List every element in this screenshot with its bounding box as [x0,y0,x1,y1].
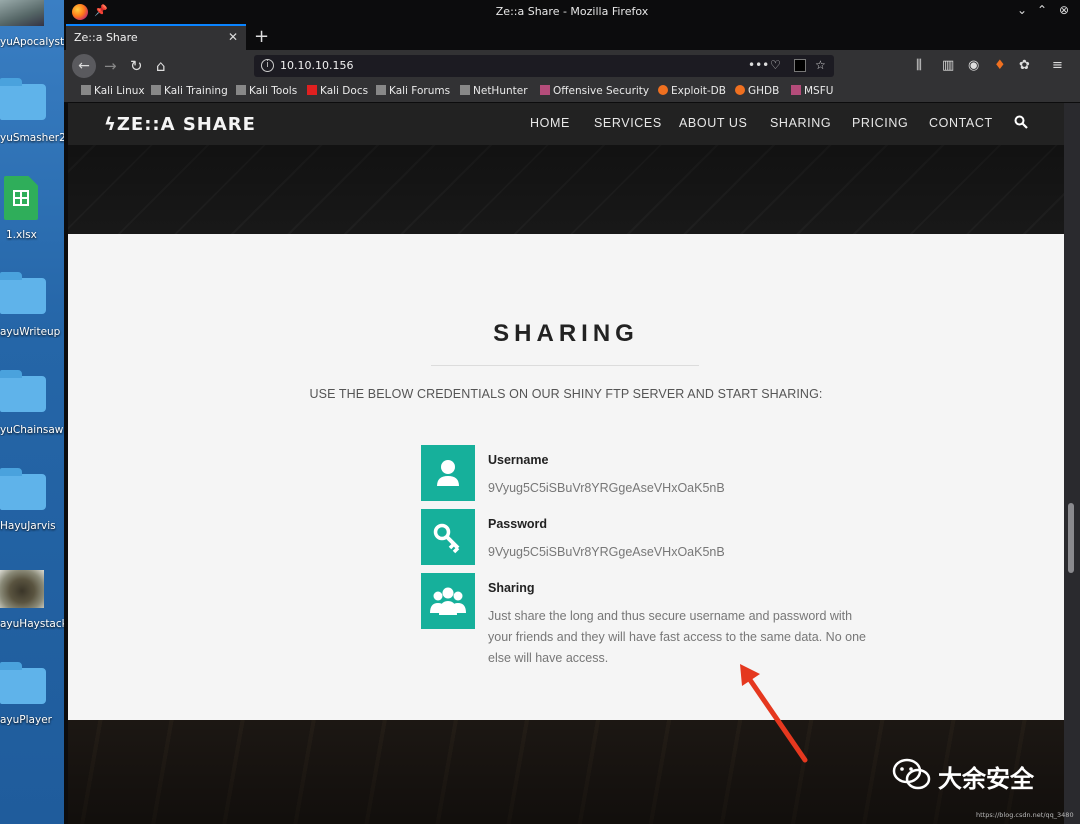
account-icon[interactable]: ◉ [968,58,979,73]
sharing-section: SHARING USE THE BELOW CREDENTIALS ON OUR… [68,234,1064,720]
new-tab-button[interactable]: + [254,26,269,47]
forward-button[interactable]: → [104,56,117,76]
title-divider [431,365,699,366]
hero-background [68,145,1064,234]
desktop-icon-label: ayuPlayer [0,714,52,726]
offsec-icon [540,85,550,95]
key-icon [421,509,475,565]
feature-title: Password [488,517,548,531]
reader-view-icon[interactable] [794,59,806,72]
bookmarks-toolbar: Kali Linux Kali Training Kali Tools Kali… [64,82,1080,102]
red-arrow-annotation [740,664,808,763]
kali-dragon-icon [151,85,161,95]
bookmark-msfu[interactable]: MSFU [791,85,833,97]
pocket-icon[interactable]: ♡ [770,58,781,72]
feature-title: Sharing [488,581,535,595]
kali-dragon-icon [236,85,246,95]
back-button[interactable]: ← [72,54,96,78]
site-logo[interactable]: ϟZE::A SHARE [104,114,256,135]
nethunter-icon [460,85,470,95]
addon-icon[interactable]: ✿ [1019,58,1030,73]
msfu-icon [791,85,801,95]
desktop-icon-label: yuApocalyst [0,36,64,48]
thumbnail-image [0,570,44,608]
folder-icon [0,78,46,120]
nav-home[interactable]: HOME [530,116,570,130]
desktop-icon-label: yuChainsaw [0,424,64,436]
window-title: Ze::a Share - Mozilla Firefox [495,5,649,18]
spreadsheet-icon [4,176,38,220]
reload-button[interactable]: ↻ [130,56,143,76]
page-scrollbar[interactable] [1064,103,1080,824]
extension-fox-icon[interactable]: ♦ [994,58,1006,73]
bookmark-kali-docs[interactable]: Kali Docs [307,85,368,97]
bookmark-exploit-db[interactable]: Exploit-DB [658,85,726,97]
web-page: ϟZE::A SHARE HOME SERVICES ABOUT US SHAR… [68,103,1064,824]
lightning-icon: ϟ [104,114,117,135]
bookmark-offensive-security[interactable]: Offensive Security [540,85,649,97]
tab-title: Ze::a Share [74,31,138,44]
bookmark-ghdb[interactable]: GHDB [735,85,779,97]
section-title: SHARING [493,320,639,347]
nav-sharing[interactable]: SHARING [770,116,831,130]
bookmark-kali-forums[interactable]: Kali Forums [376,85,450,97]
bookmark-kali-tools[interactable]: Kali Tools [236,85,297,97]
site-info-icon[interactable]: i [261,59,274,72]
kali-dragon-icon [81,85,91,95]
menu-icon[interactable]: ≡ [1052,58,1063,73]
blog-url-watermark: https://blog.csdn.net/qq_3480 [976,811,1074,819]
close-icon[interactable]: ⊗ [1059,3,1069,17]
search-icon[interactable] [1014,115,1028,129]
home-button[interactable]: ⌂ [156,56,166,76]
username-value: 9Vyug5C5iSBuVr8YRGgeAseVHxOaK5nB [488,481,725,495]
desktop-icon-label: 1.xlsx [6,229,37,241]
desktop-icon-label: HayuJarvis [0,520,56,532]
folder-icon [0,272,46,314]
folder-icon [0,662,46,704]
kali-docs-icon [307,85,317,95]
folder-icon [0,370,46,412]
minimize-icon[interactable]: ⌄ [1017,3,1027,17]
kali-dragon-icon [376,85,386,95]
desktop-icon-label: yuSmasher2 [0,132,64,144]
bookmark-kali-training[interactable]: Kali Training [151,85,228,97]
tab-close-icon[interactable]: ✕ [228,30,238,44]
section-subtitle: USE THE BELOW CREDENTIALS ON OUR SHINY F… [309,387,823,401]
nav-about-us[interactable]: ABOUT US [679,116,747,130]
url-bar[interactable]: i 10.10.10.156 ••• ♡ ☆ [254,55,834,77]
url-text[interactable]: 10.10.10.156 [280,59,353,72]
tab-strip: Ze::a Share ✕ + [64,24,1080,50]
wechat-icon [892,758,931,790]
watermark-text: 大余安全 [938,765,1034,793]
library-icon[interactable]: ⫼ [916,58,922,73]
bookmark-kali-linux[interactable]: Kali Linux [81,85,145,97]
feature-title: Username [488,453,549,467]
group-icon [421,573,475,629]
scrollbar-thumb[interactable] [1068,503,1074,573]
desktop-icon-label: ayuHaystack [0,618,64,630]
desktop-icon-label: ayuWriteup [0,326,61,338]
page-actions-icon[interactable]: ••• [748,58,769,72]
site-header: ϟZE::A SHARE HOME SERVICES ABOUT US SHAR… [68,103,1064,145]
password-value: 9Vyug5C5iSBuVr8YRGgeAseVHxOaK5nB [488,545,725,559]
nav-contact[interactable]: CONTACT [929,116,993,130]
nav-pricing[interactable]: PRICING [852,116,908,130]
maximize-icon[interactable]: ⌃ [1037,3,1047,17]
browser-window: 📌 Ze::a Share - Mozilla Firefox ⌄ ⌃ ⊗ Ze… [64,0,1080,824]
bookmark-star-icon[interactable]: ☆ [815,58,826,72]
sidebar-icon[interactable]: ▥ [942,58,954,73]
thumbnail-image [0,0,44,26]
ghdb-icon [735,85,745,95]
navigation-toolbar: ← → ↻ ⌂ i 10.10.10.156 ••• ♡ ☆ ⫼ ▥ ◉ ♦ ✿… [64,50,1080,82]
bookmark-nethunter[interactable]: NetHunter [460,85,528,97]
tab-active[interactable]: Ze::a Share ✕ [66,24,246,50]
folder-icon [0,468,46,510]
nav-services[interactable]: SERVICES [594,116,662,130]
user-icon [421,445,475,501]
desktop-icon-column: yuApocalyst yuSmasher2 1.xlsx ayuWriteup… [0,0,64,824]
exploit-db-icon [658,85,668,95]
window-titlebar: 📌 Ze::a Share - Mozilla Firefox ⌄ ⌃ ⊗ [64,0,1080,24]
